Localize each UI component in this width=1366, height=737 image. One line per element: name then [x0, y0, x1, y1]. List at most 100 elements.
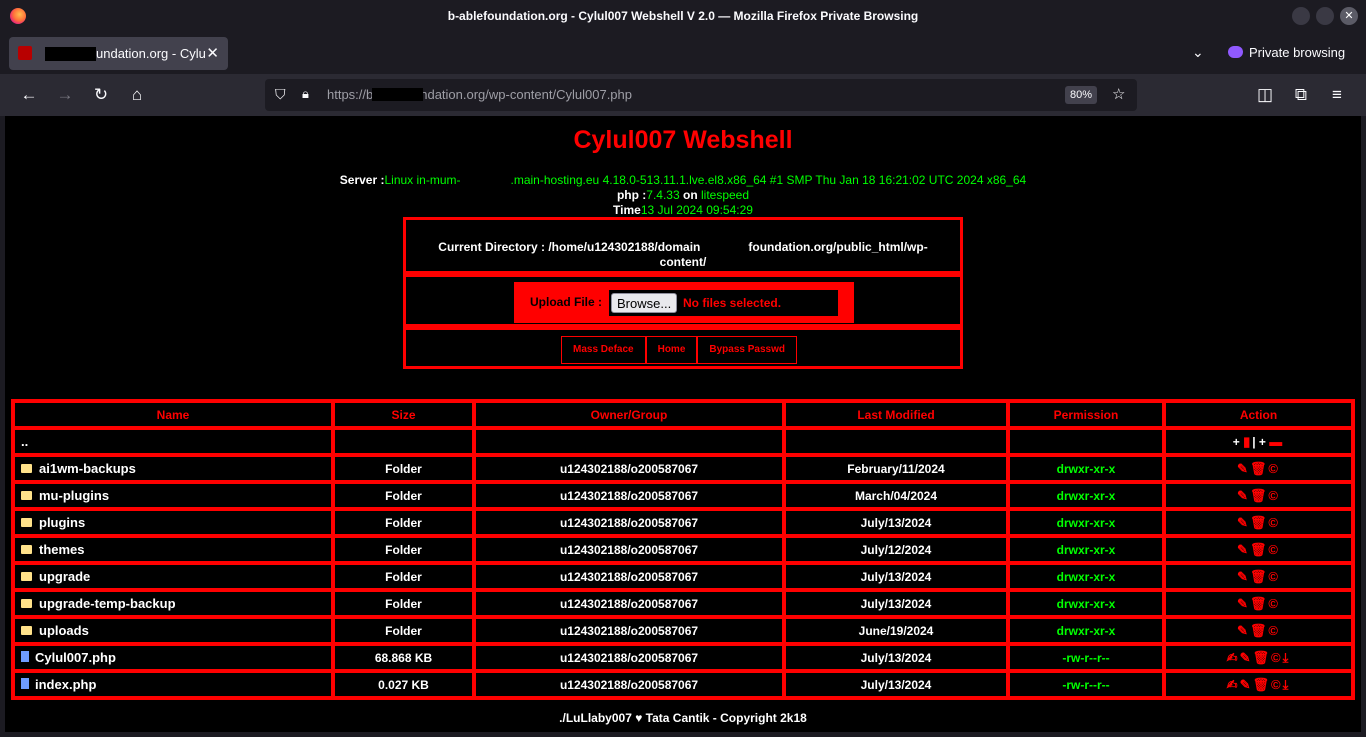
file-name-cell[interactable]: upgrade-temp-backup: [13, 590, 333, 617]
file-name-cell[interactable]: index.php: [13, 671, 333, 698]
time-info: Time13 Jul 2024 09:54:29: [613, 203, 753, 217]
menu-hamburger-icon[interactable]: ≡: [1327, 85, 1347, 105]
rename-pencil-icon[interactable]: ✎: [1237, 461, 1250, 476]
rename-pencil-icon[interactable]: ✎: [1237, 515, 1250, 530]
folder-icon: [21, 545, 32, 554]
maximize-button[interactable]: [1316, 7, 1334, 25]
list-all-tabs-chevron-down-icon[interactable]: ⌄: [1192, 44, 1204, 61]
chmod-icon[interactable]: ©: [1268, 542, 1280, 557]
bypass-passwd-link[interactable]: Bypass Passwd: [697, 336, 797, 364]
owner-cell: u124302188/o200587067: [474, 509, 784, 536]
table-row[interactable]: uploads Folder u124302188/o200587067 June/1…: [13, 617, 1353, 644]
delete-trash-icon[interactable]: 🗑︎: [1250, 488, 1269, 503]
chmod-icon[interactable]: ©: [1268, 596, 1280, 611]
tracking-protection-shield-icon[interactable]: ⛉: [275, 86, 286, 103]
file-input[interactable]: Browse... No files selected.: [609, 290, 838, 316]
permission-cell[interactable]: -rw-r--r--: [1008, 644, 1164, 671]
permission-cell[interactable]: drwxr-xr-x: [1008, 482, 1164, 509]
delete-trash-icon[interactable]: 🗑︎: [1252, 650, 1271, 665]
owner-cell: u124302188/o200587067: [474, 563, 784, 590]
chmod-icon[interactable]: ©: [1268, 623, 1280, 638]
permission-cell[interactable]: drwxr-xr-x: [1008, 536, 1164, 563]
back-arrow-icon[interactable]: ←: [19, 85, 39, 105]
table-row[interactable]: Cylul007.php 68.868 KB u124302188/o2005870…: [13, 644, 1353, 671]
extensions-puzzle-icon[interactable]: ⧉: [1291, 85, 1311, 105]
reload-icon[interactable]: ↻: [91, 85, 111, 105]
delete-trash-icon[interactable]: 🗑︎: [1250, 542, 1269, 557]
chmod-icon[interactable]: ©: [1271, 650, 1283, 665]
table-row[interactable]: upgrade Folder u124302188/o200587067 July/1…: [13, 563, 1353, 590]
redaction-block: [700, 239, 749, 251]
file-name-cell[interactable]: uploads: [13, 617, 333, 644]
rename-pencil-icon[interactable]: ✎: [1237, 596, 1250, 611]
rename-pencil-icon[interactable]: ✎: [1237, 569, 1250, 584]
table-row-parent[interactable]: .. + ▮| + ▬: [13, 428, 1353, 455]
file-name-cell[interactable]: themes: [13, 536, 333, 563]
tab-close-icon[interactable]: ✕: [206, 44, 219, 62]
browse-button[interactable]: Browse...: [611, 293, 678, 313]
current-directory-path[interactable]: Current Directory : /home/u124302188/dom…: [418, 239, 948, 270]
rename-pencil-icon[interactable]: ✎: [1237, 488, 1250, 503]
download-icon[interactable]: ⤓: [1283, 677, 1291, 692]
permission-cell[interactable]: -rw-r--r--: [1008, 671, 1164, 698]
edit-icon[interactable]: ✍︎: [1227, 677, 1240, 692]
edit-icon[interactable]: ✍︎: [1227, 650, 1240, 665]
chmod-icon[interactable]: ©: [1268, 569, 1280, 584]
forward-arrow-icon[interactable]: →: [55, 85, 75, 105]
tab-active[interactable]: undation.org - Cylul ✕: [9, 37, 228, 70]
home-link[interactable]: Home: [645, 336, 698, 364]
permission-cell[interactable]: drwxr-xr-x: [1008, 617, 1164, 644]
home-icon[interactable]: ⌂: [127, 85, 147, 105]
window-close-button[interactable]: ✕: [1340, 7, 1358, 25]
new-folder-icon[interactable]: ▬: [1269, 434, 1284, 449]
permission-cell[interactable]: drwxr-xr-x: [1008, 563, 1164, 590]
table-row[interactable]: mu-plugins Folder u124302188/o200587067 Mar…: [13, 482, 1353, 509]
bookmark-star-icon[interactable]: ☆: [1112, 85, 1125, 103]
file-name-cell[interactable]: upgrade: [13, 563, 333, 590]
permission-cell[interactable]: drwxr-xr-x: [1008, 455, 1164, 482]
file-name-cell[interactable]: Cylul007.php: [13, 644, 333, 671]
parent-dir-link[interactable]: ..: [13, 428, 333, 455]
file-icon: [21, 678, 29, 689]
delete-trash-icon[interactable]: 🗑︎: [1250, 569, 1269, 584]
permission-cell[interactable]: drwxr-xr-x: [1008, 509, 1164, 536]
table-row[interactable]: ai1wm-backups Folder u124302188/o200587067…: [13, 455, 1353, 482]
chmod-icon[interactable]: ©: [1268, 461, 1280, 476]
delete-trash-icon[interactable]: 🗑︎: [1250, 515, 1269, 530]
new-file-folder-actions[interactable]: + ▮| + ▬: [1164, 428, 1353, 455]
action-cell: ✍︎✎🗑︎©⤓: [1164, 644, 1353, 671]
delete-trash-icon[interactable]: 🗑︎: [1250, 623, 1269, 638]
file-name-cell[interactable]: ai1wm-backups: [13, 455, 333, 482]
mass-deface-link[interactable]: Mass Deface: [561, 336, 646, 364]
delete-trash-icon[interactable]: 🗑︎: [1252, 677, 1271, 692]
chmod-icon[interactable]: ©: [1268, 488, 1280, 503]
modified-cell: March/04/2024: [784, 482, 1008, 509]
lock-icon[interactable]: 🔒︎: [302, 86, 309, 102]
pocket-icon[interactable]: ◫: [1255, 85, 1275, 105]
file-name-cell[interactable]: plugins: [13, 509, 333, 536]
table-row[interactable]: plugins Folder u124302188/o200587067 July/1…: [13, 509, 1353, 536]
permission-cell[interactable]: drwxr-xr-x: [1008, 590, 1164, 617]
table-row[interactable]: index.php 0.027 KB u124302188/o200587067 Ju…: [13, 671, 1353, 698]
minimize-button[interactable]: [1292, 7, 1310, 25]
modified-cell: July/13/2024: [784, 563, 1008, 590]
file-name-cell[interactable]: mu-plugins: [13, 482, 333, 509]
action-cell: ✎🗑︎©: [1164, 455, 1353, 482]
download-icon[interactable]: ⤓: [1283, 650, 1291, 665]
table-row[interactable]: themes Folder u124302188/o200587067 July/12…: [13, 536, 1353, 563]
folder-icon: [21, 518, 32, 527]
folder-icon: [21, 491, 32, 500]
delete-trash-icon[interactable]: 🗑︎: [1250, 461, 1269, 476]
delete-trash-icon[interactable]: 🗑︎: [1250, 596, 1269, 611]
url-bar[interactable]: ⛉ 🔒︎ https://b-ablefoundation.org/wp-con…: [265, 79, 1137, 111]
rename-pencil-icon[interactable]: ✎: [1237, 542, 1250, 557]
table-row[interactable]: upgrade-temp-backup Folder u124302188/o200…: [13, 590, 1353, 617]
zoom-level-button[interactable]: 80%: [1065, 86, 1098, 104]
chmod-icon[interactable]: ©: [1268, 515, 1280, 530]
new-file-icon[interactable]: ▮: [1243, 434, 1252, 449]
rename-pencil-icon[interactable]: ✎: [1237, 623, 1250, 638]
rename-pencil-icon[interactable]: ✎: [1240, 677, 1253, 692]
size-cell: Folder: [333, 536, 474, 563]
chmod-icon[interactable]: ©: [1271, 677, 1283, 692]
rename-pencil-icon[interactable]: ✎: [1240, 650, 1253, 665]
